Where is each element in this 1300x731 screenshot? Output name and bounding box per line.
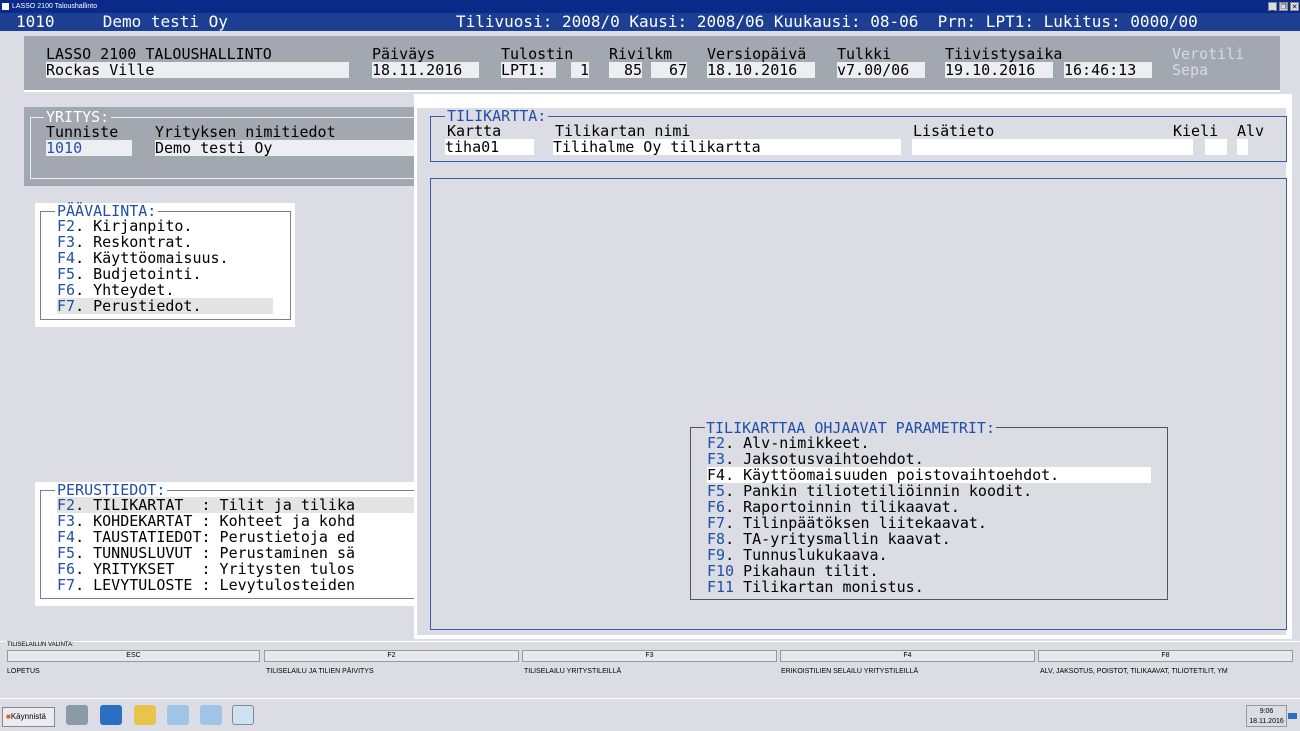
paivays-value: 18.11.2016	[372, 62, 479, 78]
param-item-monistus[interactable]: F11 Tilikartan monistus.	[707, 579, 1151, 595]
fkey-f2-button[interactable]: F2	[264, 650, 519, 662]
status-bar: 1010 Demo testi Oy Tilivuosi: 2008/0 Kau…	[0, 13, 1300, 31]
rivilkm-value-2[interactable]: 67	[651, 62, 687, 78]
kartta-input[interactable]: tiha01	[445, 139, 534, 155]
rivilkm-label: Rivilkm	[609, 45, 673, 63]
alv-input[interactable]	[1237, 139, 1248, 155]
header-panel: LASSO 2100 TALOUSHALLINTO Rockas Ville P…	[24, 36, 1280, 92]
yritys-nimi-value: Demo testi Oy	[155, 140, 419, 156]
fkey-f3-button[interactable]: F3	[522, 650, 777, 662]
tulkki-value: v7.00/06	[837, 62, 925, 78]
lasso-app-icon-2[interactable]	[200, 705, 222, 725]
paivays-label: Päiväys	[372, 45, 436, 63]
lasso-app-icon-1[interactable]	[167, 705, 189, 725]
user-name: Rockas Ville	[46, 62, 349, 78]
show-desktop-icon[interactable]	[1288, 713, 1297, 719]
app-icon	[2, 3, 9, 10]
printer-icon[interactable]	[66, 705, 88, 725]
paavalinta-items: F2. Kirjanpito. F3. Reskontrat. F4. Käyt…	[57, 218, 273, 314]
tilikartan-nimi-label: Tilikartan nimi	[555, 122, 691, 140]
param-item-alv[interactable]: F2. Alv-nimikkeet.	[707, 435, 1151, 451]
kieli-label: Kieli	[1173, 122, 1219, 140]
lisatieto-label: Lisätieto	[913, 122, 995, 140]
fkey-esc-button[interactable]: ESC	[7, 650, 260, 662]
param-item-liitekaavat[interactable]: F7. Tilinpäätöksen liitekaavat.	[707, 515, 1151, 531]
fkey-f3-desc: TILISELAILU YRITYSTILEILLÄ	[524, 668, 622, 675]
param-item-raportointi[interactable]: F6. Raportoinnin tilikaavat.	[707, 499, 1151, 515]
tilikartan-nimi-input[interactable]: Tilihalme Oy tilikartta	[553, 139, 901, 155]
lisatieto-input[interactable]	[912, 139, 1193, 155]
param-item-pikahaku[interactable]: F10 Pikahaun tilit.	[707, 563, 1151, 579]
param-item-pankki[interactable]: F5. Pankin tiliotetiliöinnin koodit.	[707, 483, 1151, 499]
verotili-label: Verotili	[1172, 45, 1245, 63]
fkey-f2-desc: TILISELAILU JA TILIEN PÄIVITYS	[266, 668, 374, 675]
tiivistys-label: Tiivistysaika	[945, 45, 1063, 63]
powershell-icon[interactable]	[100, 705, 122, 725]
menu-item-tunnusluvut[interactable]: F5. TUNNUSLUVUT : Perustaminen sä	[57, 545, 419, 561]
menu-item-taustatiedot[interactable]: F4. TAUSTATIEDOT: Perustietoja ed	[57, 529, 419, 545]
fkey-f8-desc: ALV, JAKSOTUS, POISTOT, TILIKAAVAT, TILI…	[1040, 668, 1228, 675]
fkey-f4-button[interactable]: F4	[780, 650, 1035, 662]
paavalinta-menu: PÄÄVALINTA: F2. Kirjanpito. F3. Reskontr…	[35, 203, 295, 327]
menu-item-yhteydet[interactable]: F6. Yhteydet.	[57, 282, 273, 298]
param-item-tunnusluku[interactable]: F9. Tunnuslukukaava.	[707, 547, 1151, 563]
fkey-f8-button[interactable]: F8	[1038, 650, 1293, 662]
menu-item-budjetointi[interactable]: F5. Budjetointi.	[57, 266, 273, 282]
yritys-panel: YRITYS: Tunniste Yrityksen nimitiedot 10…	[24, 107, 419, 186]
versiopaiva-value: 18.10.2016	[707, 62, 815, 78]
company-status: 1010 Demo testi Oy	[16, 12, 228, 31]
perustiedot-items: F2. TILIKARTAT : Tilit ja tilika F3. KOH…	[57, 497, 419, 593]
yritys-nimi-label: Yrityksen nimitiedot	[155, 123, 336, 141]
tulostin-label: Tulostin	[501, 45, 574, 63]
lasso-app-icon-active[interactable]	[232, 705, 254, 725]
fkey-esc-desc: LOPETUS	[7, 668, 40, 675]
menu-item-perustiedot[interactable]: F7. Perustiedot.	[57, 298, 273, 314]
restore-button[interactable]: ❐	[1279, 2, 1288, 11]
menu-item-levytuloste[interactable]: F7. LEVYTULOSTE : Levytulosteiden	[57, 577, 419, 593]
alv-label: Alv	[1237, 122, 1265, 140]
sepa-label: Sepa	[1172, 61, 1209, 79]
menu-item-kayttoomaisuus[interactable]: F4. Käyttöomaisuus.	[57, 250, 273, 266]
kieli-input[interactable]	[1205, 139, 1227, 155]
menu-item-reskontrat[interactable]: F3. Reskontrat.	[57, 234, 273, 250]
tulkki-label: Tulkki	[837, 45, 892, 63]
window-title: LASSO 2100 Taloushallinto	[12, 3, 98, 10]
tiivistys-date: 19.10.2016	[945, 62, 1053, 78]
clock[interactable]: 9:06 18.11.2016	[1246, 705, 1287, 727]
tulostin-number[interactable]: 1	[571, 62, 589, 78]
perustiedot-menu: PERUSTIEDOT: F2. TILIKARTAT : Tilit ja t…	[35, 482, 419, 606]
app-name: LASSO 2100 TALOUSHALLINTO	[46, 45, 272, 63]
function-key-bar: TILISELAILUN VALINTA: ESC F2 F3 F4 F8 LO…	[0, 641, 1300, 698]
tilikartta-window: TILIKARTTA: Kartta Tilikartan nimi Lisät…	[414, 94, 1292, 639]
fkey-bar-title: TILISELAILUN VALINTA:	[7, 642, 74, 648]
fkey-f4-desc: ERIKOISTILIEN SELAILU YRITYSTILEILLÄ	[781, 668, 919, 675]
tulostin-value[interactable]: LPT1:	[501, 62, 556, 78]
tunniste-label: Tunniste	[46, 123, 119, 141]
menu-item-yritykset[interactable]: F6. YRITYKSET : Yritysten tulos	[57, 561, 419, 577]
param-item-poisto[interactable]: F4. Käyttöomaisuuden poistovaihtoehdot.	[707, 467, 1151, 483]
minimize-button[interactable]: _	[1268, 2, 1277, 11]
kartta-label: Kartta	[447, 122, 502, 140]
rivilkm-value-1[interactable]: 85	[609, 62, 642, 78]
param-item-jaksotus[interactable]: F3. Jaksotusvaihtoehdot.	[707, 451, 1151, 467]
param-item-ta-yritysmalli[interactable]: F8. TA-yritysmallin kaavat.	[707, 531, 1151, 547]
close-button[interactable]: ✕	[1290, 2, 1299, 11]
folder-icon[interactable]	[134, 705, 156, 725]
tunniste-input[interactable]: 1010	[46, 140, 132, 156]
menu-item-kohdekartat[interactable]: F3. KOHDEKARTAT : Kohteet ja kohd	[57, 513, 419, 529]
period-status: Tilivuosi: 2008/0 Kausi: 2008/06 Kuukaus…	[456, 12, 1198, 31]
menu-item-kirjanpito[interactable]: F2. Kirjanpito.	[57, 218, 273, 234]
parametrit-items: F2. Alv-nimikkeet. F3. Jaksotusvaihtoehd…	[707, 435, 1151, 595]
tiivistys-time: 16:46:13	[1064, 62, 1152, 78]
start-button[interactable]: ■Käynnistä	[2, 707, 55, 727]
taskbar: ■Käynnistä 9:06 18.11.2016	[0, 698, 1300, 731]
menu-item-tilikartat[interactable]: F2. TILIKARTAT : Tilit ja tilika	[57, 497, 419, 513]
versiopaiva-label: Versiopäivä	[707, 45, 807, 63]
